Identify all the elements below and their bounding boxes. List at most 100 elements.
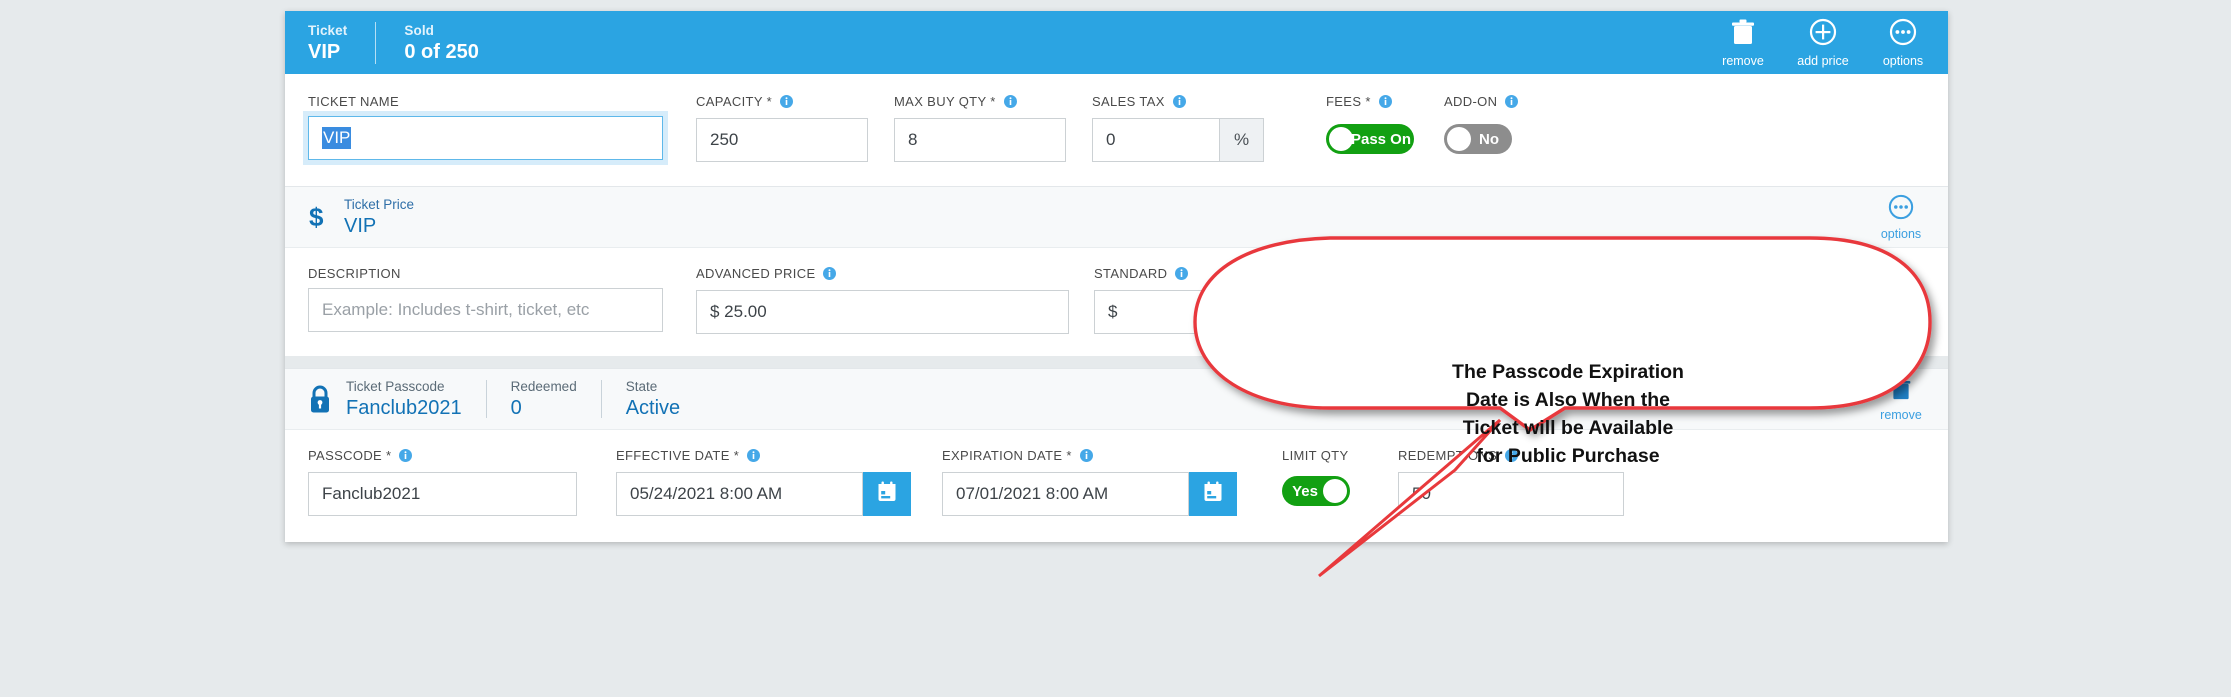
expiration-date-label-text: EXPIRATION DATE (942, 448, 1063, 463)
description-input[interactable]: Example: Includes t-shirt, ticket, etc (308, 288, 663, 332)
expiration-date-label: EXPIRATION DATE * (942, 448, 1250, 465)
standard-price-label-text: STANDARD (1094, 266, 1168, 281)
info-icon[interactable] (747, 449, 761, 465)
remove-ticket-button[interactable]: remove (1716, 18, 1770, 68)
price-options-label: options (1880, 226, 1922, 241)
callout-line-4: for Public Purchase (1476, 445, 1660, 467)
info-icon[interactable] (1003, 95, 1017, 111)
header-divider (375, 21, 377, 64)
effective-date-label: EFFECTIVE DATE * (616, 448, 924, 465)
add-on-field: ADD-ON No (1444, 94, 1536, 154)
max-buy-qty-input[interactable]: 8 (894, 118, 1066, 162)
effective-date-field: EFFECTIVE DATE * 05/24/2021 8:00 AM (616, 448, 924, 516)
passcode-header-divider (485, 380, 487, 418)
info-icon[interactable] (823, 267, 837, 283)
add-on-label: ADD-ON (1444, 94, 1536, 111)
add-price-button[interactable]: add price (1796, 18, 1850, 68)
ticket-fields-row: TICKET NAME VIP CAPACITY * 250 MAX BUY Q… (285, 74, 1948, 186)
sold-value: 0 of 250 (404, 40, 479, 63)
capacity-label: CAPACITY * (696, 94, 886, 111)
effective-date-input[interactable]: 05/24/2021 8:00 AM (616, 472, 863, 516)
price-options-button[interactable]: options (1872, 194, 1930, 241)
sales-tax-value: 0 (1106, 130, 1116, 149)
info-icon[interactable] (1505, 95, 1519, 111)
capacity-input[interactable]: 250 (696, 118, 868, 162)
state-label: State (625, 378, 658, 394)
add-price-label: add price (1797, 53, 1849, 68)
sales-tax-input[interactable]: 0 (1092, 118, 1220, 162)
ticket-name-field: TICKET NAME VIP (303, 94, 688, 165)
description-field: DESCRIPTION Example: Includes t-shirt, t… (308, 266, 688, 332)
ticket-price-summary: Ticket Price VIP (344, 197, 414, 238)
effective-date-label-text: EFFECTIVE DATE (616, 448, 730, 463)
ticket-price-value: VIP (344, 214, 377, 237)
expiration-date-input[interactable]: 07/01/2021 8:00 AM (942, 472, 1189, 516)
ticket-name-input[interactable]: VIP (303, 111, 668, 165)
standard-price-label: STANDARD (1094, 266, 1484, 283)
redeemed-label: Redeemed (510, 378, 577, 394)
info-icon[interactable] (1175, 267, 1189, 283)
svg-text:$: $ (309, 202, 324, 232)
info-icon[interactable] (399, 449, 413, 465)
effective-date-value: 05/24/2021 8:00 AM (630, 484, 783, 503)
add-on-toggle[interactable]: No (1444, 124, 1512, 154)
info-icon[interactable] (1378, 95, 1392, 111)
state-value: Active (625, 396, 681, 419)
ticket-options-button[interactable]: options (1876, 18, 1930, 68)
standard-price-input[interactable]: $ (1094, 290, 1467, 334)
passcode-label: PASSCODE * (308, 448, 598, 465)
description-label: DESCRIPTION (308, 266, 401, 281)
callout-line-2: Date is Also When the (1465, 389, 1671, 411)
fees-toggle[interactable]: Pass On (1326, 124, 1414, 154)
max-buy-qty-field: MAX BUY QTY * 8 (894, 94, 1084, 162)
advanced-price-value: $ 25.00 (710, 302, 767, 321)
info-icon[interactable] (779, 95, 793, 111)
sales-tax-input-group: 0 % (1092, 118, 1282, 162)
expiration-date-picker-button[interactable] (1189, 472, 1237, 516)
sales-tax-label-text: SALES TAX (1092, 94, 1165, 109)
ticket-name-value: VIP (322, 127, 352, 149)
info-icon[interactable] (1172, 95, 1186, 111)
effective-date-picker-button[interactable] (863, 472, 911, 516)
advanced-price-input[interactable]: $ 25.00 (696, 290, 1069, 334)
ticket-price-label: Ticket Price (344, 196, 415, 212)
capacity-required-mark: * (766, 94, 773, 109)
passcode-summary-value: Fanclub2021 (346, 396, 462, 419)
description-placeholder: Example: Includes t-shirt, ticket, etc (322, 300, 590, 319)
ticket-value: VIP (308, 40, 341, 63)
fees-label: FEES * (1326, 94, 1418, 111)
lock-icon (308, 383, 332, 415)
remove-passcode-button[interactable]: remove (1872, 377, 1930, 422)
passcode-header-divider-2 (600, 380, 602, 418)
ticket-price-actions: options (1872, 187, 1930, 247)
limit-qty-toggle[interactable]: Yes (1282, 476, 1350, 506)
ticket-options-label: options (1882, 53, 1924, 68)
ticket-header: Ticket VIP Sold 0 of 250 remove add pric… (285, 11, 1948, 74)
ellipsis-circle-icon (1888, 194, 1914, 225)
callout-line-1: The Passcode Expiration (1452, 361, 1684, 383)
remove-passcode-label: remove (1880, 407, 1922, 422)
passcode-field: PASSCODE * Fanclub2021 (308, 448, 598, 516)
state-summary: State Active (626, 379, 680, 420)
redemptions-input[interactable]: 50 (1398, 472, 1624, 516)
redemptions-value: 50 (1412, 484, 1431, 503)
passcode-input[interactable]: Fanclub2021 (308, 472, 577, 516)
trash-icon (1890, 377, 1912, 406)
max-buy-qty-required-mark: * (990, 94, 996, 109)
add-on-toggle-label: No (1479, 130, 1499, 148)
standard-price-field: STANDARD $ (1094, 266, 1484, 334)
expiration-date-group: 07/01/2021 8:00 AM (942, 472, 1250, 516)
remove-ticket-label: remove (1722, 53, 1764, 68)
advanced-price-label: ADVANCED PRICE (696, 266, 1086, 283)
effective-date-group: 05/24/2021 8:00 AM (616, 472, 924, 516)
effective-date-required-mark: * (733, 448, 740, 463)
info-icon[interactable] (1079, 449, 1093, 465)
capacity-field: CAPACITY * 250 (696, 94, 886, 162)
passcode-value: Fanclub2021 (322, 484, 421, 503)
ticket-summary: Ticket VIP (308, 22, 347, 64)
callout-line-3: Ticket will be Available (1462, 417, 1674, 439)
passcode-required-mark: * (386, 448, 392, 463)
percent-suffix: % (1220, 118, 1264, 162)
capacity-label-text: CAPACITY (696, 94, 763, 109)
advanced-price-label-text: ADVANCED PRICE (696, 266, 816, 281)
